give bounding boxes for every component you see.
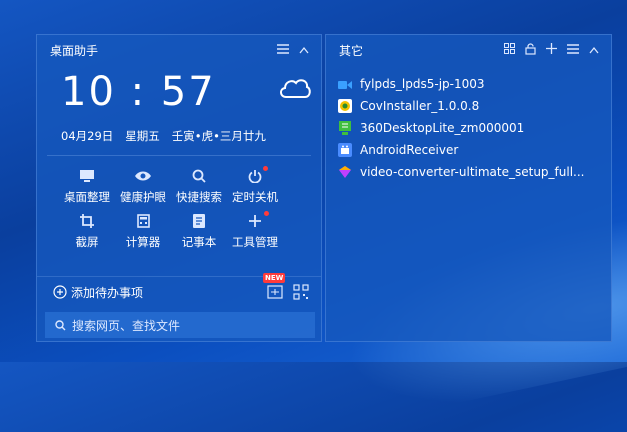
clock-area: 10 : 57	[37, 65, 321, 123]
eye-icon	[135, 171, 151, 181]
desktop-app-icon	[338, 121, 352, 135]
right-panel-title: 其它	[339, 43, 364, 58]
menu-icon[interactable]	[567, 43, 579, 57]
file-item[interactable]: CovInstaller_1.0.0.8	[338, 95, 611, 117]
notepad-icon	[193, 214, 205, 228]
file-item[interactable]: fylpds_lpds5-jp-1003	[338, 73, 611, 95]
notification-dot	[263, 166, 268, 171]
tool-desktop-organize[interactable]: 桌面整理	[59, 166, 115, 205]
file-name: video-converter-ultimate_setup_full...	[360, 165, 585, 179]
tool-label: 健康护眼	[120, 190, 166, 204]
power-icon	[248, 170, 262, 183]
search-placeholder: 搜索网页、查找文件	[72, 318, 181, 333]
right-panel-header: 其它	[326, 35, 611, 65]
tool-label: 截屏	[75, 235, 99, 249]
qr-code-icon[interactable]	[293, 284, 309, 300]
file-item[interactable]: AndroidReceiver	[338, 139, 611, 161]
tool-label: 桌面整理	[64, 190, 110, 204]
todo-row: 添加待办事项 NEW	[37, 273, 321, 307]
tool-label: 记事本	[181, 235, 217, 249]
tool-timed-shutdown[interactable]: 定时关机	[227, 166, 283, 205]
date-weekday: 星期五	[125, 129, 160, 143]
tool-eye-care[interactable]: 健康护眼	[115, 166, 171, 205]
chrome-icon	[338, 99, 352, 113]
file-name: fylpds_lpds5-jp-1003	[360, 77, 485, 91]
tool-calculator[interactable]: 计算器	[115, 211, 171, 250]
search-bar[interactable]: 搜索网页、查找文件	[45, 312, 315, 338]
new-badge: NEW	[263, 273, 286, 283]
file-item[interactable]: video-converter-ultimate_setup_full...	[338, 161, 611, 183]
search-icon	[55, 319, 66, 330]
date-row: 04月29日 星期五 壬寅•虎•三月廿九	[37, 123, 321, 149]
collapse-icon[interactable]	[299, 43, 309, 57]
tool-label: 定时关机	[232, 190, 278, 204]
tool-manager[interactable]: 工具管理	[227, 211, 283, 250]
tool-notepad[interactable]: 记事本	[171, 211, 227, 250]
other-files-panel: 其它 fylpds_lpds5-jp-1003 CovInstaller_1.0…	[325, 34, 612, 342]
date-lunar: 壬寅•虎•三月廿九	[171, 129, 266, 143]
plus-icon	[249, 215, 261, 227]
lock-icon[interactable]	[525, 42, 536, 58]
monitor-icon	[80, 170, 94, 182]
tool-quick-search[interactable]: 快捷搜索	[171, 166, 227, 205]
clock-time: 10 : 57	[61, 69, 216, 115]
tool-label: 快捷搜索	[176, 190, 222, 204]
video-camera-icon	[338, 77, 352, 91]
left-panel-header: 桌面助手	[37, 35, 321, 65]
menu-icon[interactable]	[277, 43, 289, 57]
tool-label: 工具管理	[232, 235, 278, 249]
left-panel-title: 桌面助手	[50, 43, 99, 58]
file-list: fylpds_lpds5-jp-1003 CovInstaller_1.0.0.…	[326, 65, 611, 183]
file-item[interactable]: 360DesktopLite_zm000001	[338, 117, 611, 139]
file-name: AndroidReceiver	[360, 143, 459, 157]
file-name: 360DesktopLite_zm000001	[360, 121, 525, 135]
grid-view-icon[interactable]	[504, 43, 515, 57]
add-circle-icon	[53, 285, 67, 299]
tool-label: 计算器	[125, 235, 161, 249]
add-todo-button[interactable]: 添加待办事项	[53, 284, 143, 301]
search-icon	[192, 169, 206, 183]
calculator-icon	[136, 214, 150, 228]
file-name: CovInstaller_1.0.0.8	[360, 99, 480, 113]
cloud-icon[interactable]	[277, 73, 311, 101]
crop-icon	[80, 214, 94, 228]
tool-screenshot[interactable]: 截屏	[59, 211, 115, 250]
tool-grid: 桌面整理 健康护眼 快捷搜索 定时关机 截屏 计算器 记事本 工具管理	[37, 156, 321, 250]
add-todo-label: 添加待办事项	[71, 285, 144, 300]
date-day: 04月29日	[61, 129, 114, 143]
notification-dot	[264, 211, 269, 216]
collapse-icon[interactable]	[589, 43, 599, 57]
video-converter-icon	[338, 165, 352, 179]
todo-list-icon[interactable]	[267, 285, 283, 299]
android-receiver-icon	[338, 143, 352, 157]
desktop-assistant-panel: 桌面助手 10 : 57 04月29日 星期五 壬寅•虎•三月廿九 桌面整理 健…	[36, 34, 322, 342]
add-icon[interactable]	[546, 43, 557, 57]
